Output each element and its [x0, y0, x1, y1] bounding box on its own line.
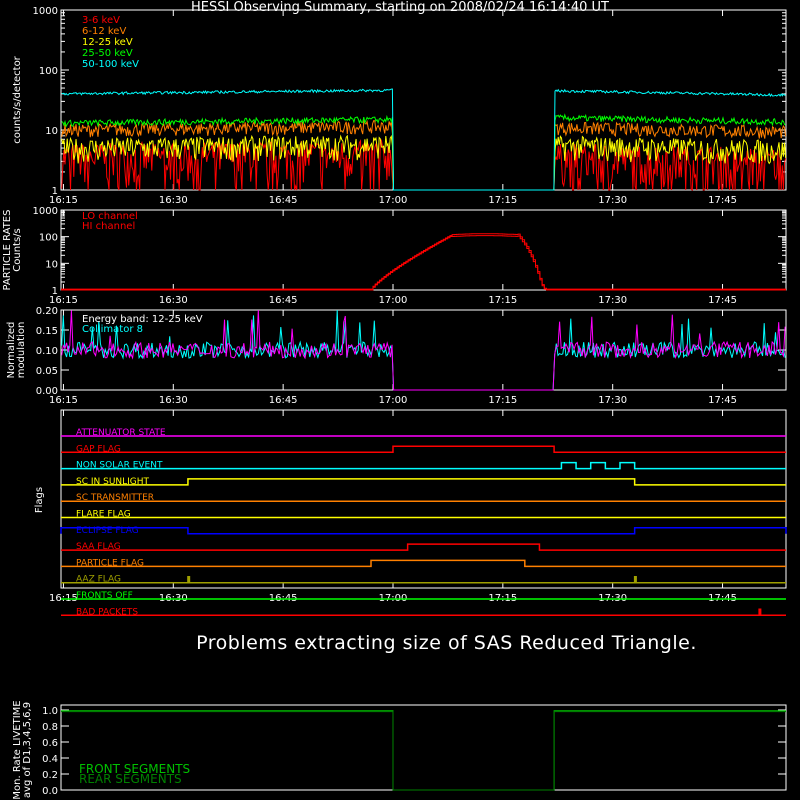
flag-line	[60, 527, 787, 535]
time-tick-label: 17:45	[708, 395, 737, 406]
time-tick-label: 17:30	[598, 195, 627, 206]
y-tick-label: 100	[39, 233, 58, 244]
y-axis-label: avg of D1,3,4,5,6,9	[22, 702, 33, 798]
time-tick-label: 16:30	[159, 395, 188, 406]
y-tick-label: 10	[45, 259, 58, 270]
legend-entry: Collimator 8	[82, 324, 143, 335]
time-tick-label: 17:00	[379, 195, 408, 206]
y-tick-label: 0.0	[42, 786, 58, 797]
y-tick-label: 0.00	[36, 386, 58, 397]
hessi-summary-plot: 16:15 16:30 16:45 17:00 17:15 17:30 17:4511010…	[2, 6, 787, 800]
flag-line	[61, 575, 786, 584]
time-tick-label: 16:45	[269, 295, 298, 306]
flag-line	[61, 478, 786, 486]
time-tick-label: 17:30	[598, 295, 627, 306]
legend-entry: 25-50 keV	[82, 48, 133, 59]
y-axis-label: modulation	[16, 322, 27, 379]
flag-line	[61, 445, 786, 454]
flag-line	[61, 543, 786, 551]
time-tick-label: 16:30	[159, 195, 188, 206]
y-tick-label: 1	[52, 286, 58, 297]
y-tick-label: 0.4	[42, 754, 58, 765]
time-tick-label: 17:45	[708, 195, 737, 206]
time-tick-label: 17:45	[708, 295, 737, 306]
time-tick-label: 17:15	[488, 295, 517, 306]
time-tick-label: 16:30	[159, 295, 188, 306]
y-tick-label: 0.05	[36, 366, 58, 377]
y-tick-label: 1000	[33, 6, 58, 17]
y-tick-label: 1	[52, 186, 58, 197]
series-line-HI-channel	[61, 233, 786, 290]
time-tick-label: 17:15	[488, 395, 517, 406]
y-axis-label: counts/s/detector	[12, 55, 23, 143]
time-tick-label: 17:00	[379, 395, 408, 406]
flag-line	[61, 608, 786, 617]
time-tick-label: 17:00	[379, 295, 408, 306]
y-axis-label: Flags	[34, 487, 45, 513]
y-tick-label: 0.6	[42, 738, 58, 749]
y-axis-label: Counts/s	[12, 228, 23, 272]
time-tick-label: 17:15	[488, 195, 517, 206]
time-tick-label: 16:45	[269, 195, 298, 206]
legend-entry: 50-100 keV	[82, 59, 139, 70]
y-tick-label: 1000	[33, 206, 58, 217]
y-tick-label: 0.20	[36, 306, 58, 317]
flag-line	[61, 461, 786, 470]
y-tick-label: 10	[45, 126, 58, 137]
legend-entry: REAR SEGMENTS	[79, 772, 182, 786]
legend-entry: 6-12 keV	[82, 26, 126, 37]
legend-entry: 12-25 keV	[82, 37, 133, 48]
time-tick-label: 17:30	[598, 395, 627, 406]
y-tick-label: 1.0	[42, 706, 58, 717]
legend-entry: HI channel	[82, 221, 135, 232]
y-tick-label: 100	[39, 66, 58, 77]
y-tick-label: 0.2	[42, 770, 58, 781]
y-tick-label: 0.8	[42, 722, 58, 733]
y-tick-label: 0.10	[36, 346, 58, 357]
series-line-LO-channel	[61, 235, 786, 291]
flag-line	[61, 559, 786, 568]
y-tick-label: 0.15	[36, 326, 58, 337]
time-tick-label: 16:45	[269, 395, 298, 406]
status-message: Problems extracting size of SAS Reduced …	[196, 632, 697, 654]
legend-entry: 3-6 keV	[82, 15, 120, 26]
